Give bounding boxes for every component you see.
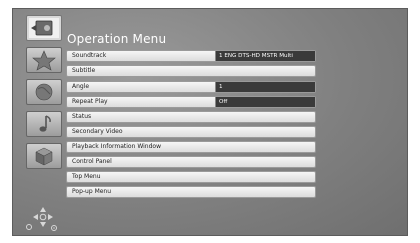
menu-item-playback-info[interactable]: Playback Information Window [66,141,316,153]
menu-item-label: Repeat Play [72,98,108,105]
menu-item-secondary-video[interactable]: Secondary Video [66,126,316,138]
menu-item-label: Soundtrack [72,52,107,59]
menu-title: Operation Menu [67,32,167,46]
menu-item-top-menu[interactable]: Top Menu [66,171,316,183]
menu-item-angle[interactable]: Angle 1 [66,81,316,93]
menu-item-value: 1 ENG DTS-HD MSTR Multi [215,51,315,61]
menu-item-label: Pop-up Menu [72,188,112,195]
arrow-keys-icon [26,207,57,231]
menu-item-repeat-play[interactable]: Repeat Play Off [66,96,316,108]
menu-item-label: Subtitle [72,67,96,74]
menu-item-label: Playback Information Window [72,143,161,150]
sidebar-cube-tab[interactable] [26,143,62,169]
music-note-icon [39,115,51,132]
menu-item-label: Angle [72,83,90,90]
globe-icon [35,83,53,101]
sidebar-disc-tab[interactable] [26,15,62,41]
star-icon [32,50,56,71]
menu-item-label: Control Panel [72,158,112,165]
menu-item-control-panel[interactable]: Control Panel [66,156,316,168]
menu-item-popup-menu[interactable]: Pop-up Menu [66,186,316,198]
menu-item-subtitle[interactable]: Subtitle [66,65,316,77]
operation-menu-screen: Operation Menu Soundtrack 1 ENG DTS-HD M… [13,9,407,235]
menu-item-status[interactable]: Status [66,111,316,123]
menu-item-label: Top Menu [72,173,101,180]
sidebar-star-tab[interactable] [26,47,62,73]
cube-icon [35,147,53,166]
disc-icon [31,20,53,36]
menu-item-value: Off [215,97,315,107]
menu-item-value: 1 [215,82,315,92]
menu-item-label: Status [72,113,92,120]
menu-item-soundtrack[interactable]: Soundtrack 1 ENG DTS-HD MSTR Multi [66,50,316,62]
sidebar-globe-tab[interactable] [26,79,62,105]
navigation-hint [23,205,63,233]
sidebar-music-tab[interactable] [26,111,62,137]
menu-item-label: Secondary Video [72,128,123,135]
